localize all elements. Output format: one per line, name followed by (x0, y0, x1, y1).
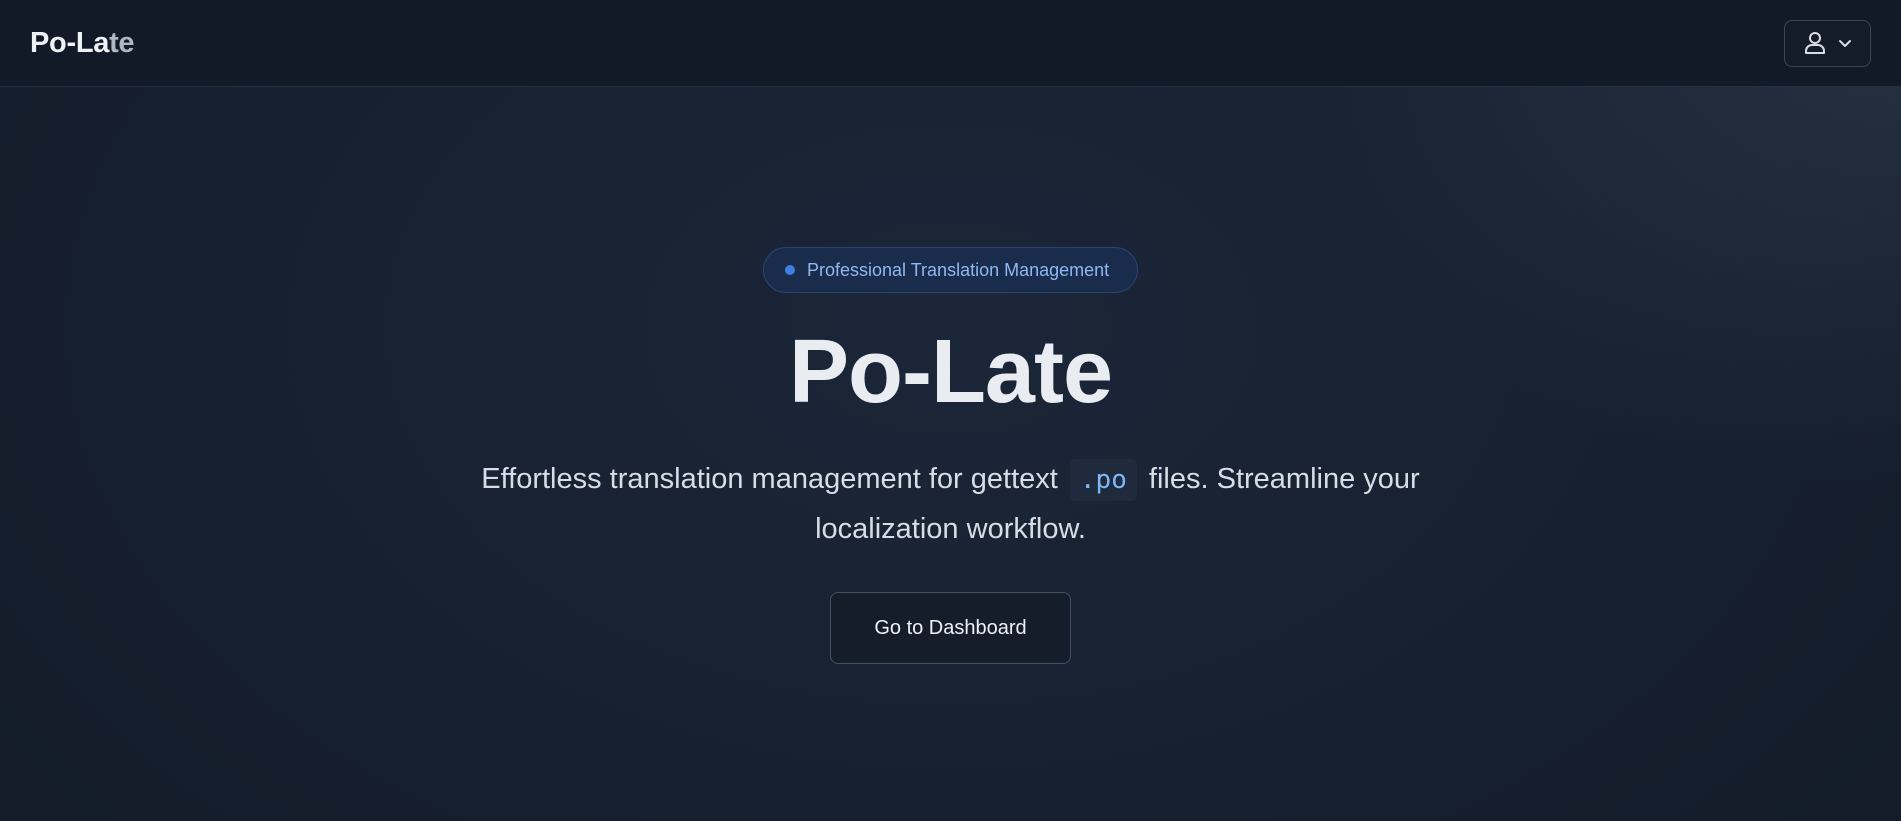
brand-text-main: Po-La (30, 26, 110, 59)
subtitle-text-before: Effortless translation management for ge… (481, 463, 1058, 495)
chevron-down-icon (1838, 38, 1852, 48)
go-to-dashboard-button[interactable]: Go to Dashboard (830, 592, 1071, 664)
hero-section: Professional Translation Management Po-L… (0, 87, 1901, 821)
badge-dot-icon (785, 265, 795, 275)
feature-badge: Professional Translation Management (763, 247, 1138, 293)
user-menu-button[interactable] (1784, 19, 1871, 67)
brand-logo[interactable]: Po-Late (30, 26, 135, 60)
user-icon (1804, 31, 1826, 55)
po-code-snippet: .po (1069, 459, 1137, 501)
brand-text-faded: te (109, 26, 135, 59)
hero-title: Po-Late (788, 322, 1113, 422)
badge-label: Professional Translation Management (807, 259, 1110, 280)
top-navigation-bar: Po-Late (0, 0, 1901, 87)
hero-subtitle: Effortless translation management for ge… (470, 455, 1431, 554)
